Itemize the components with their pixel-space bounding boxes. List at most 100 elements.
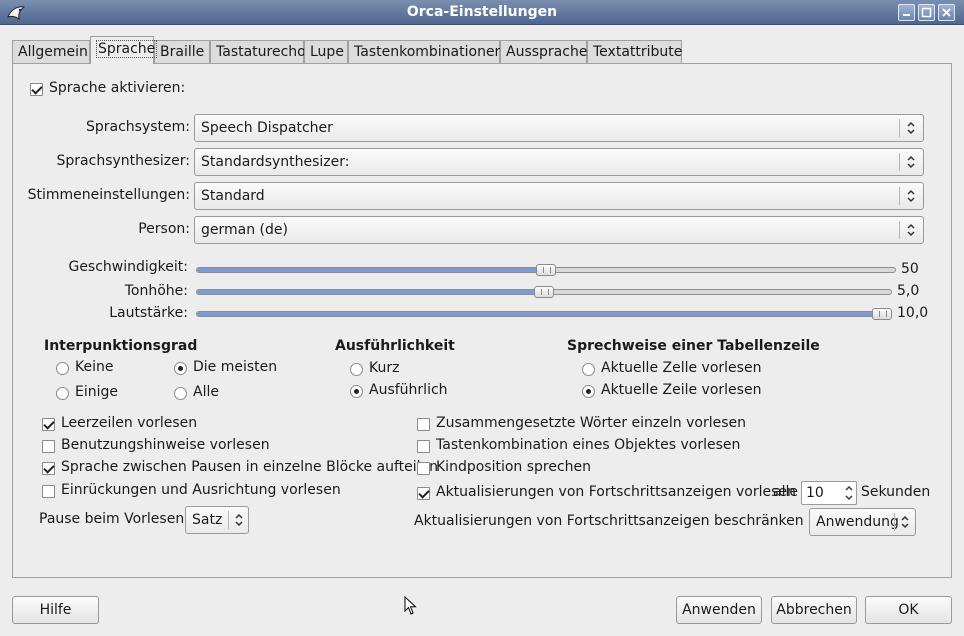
punctuation-none-radio[interactable]	[56, 362, 69, 375]
enable-speech-label: Sprache aktivieren:	[49, 80, 186, 96]
updown-arrow-icon	[235, 513, 243, 527]
punctuation-some-label: Einige	[75, 384, 118, 400]
mnemonics-checkbox[interactable]	[417, 440, 430, 453]
punctuation-most-label: Die meisten	[193, 359, 278, 375]
rate-value: 50	[901, 261, 919, 277]
blank-lines-label: Leerzeilen vorlesen	[61, 415, 198, 431]
window-title: Orca-Einstellungen	[406, 4, 558, 20]
table-row-heading: Sprechweise einer Tabellenzeile	[567, 338, 820, 354]
voice-settings-label: Stimmeneinstellungen:	[27, 187, 190, 203]
speech-synth-combo[interactable]: Standardsynthesizer:	[194, 148, 924, 176]
minimize-icon	[903, 14, 910, 16]
help-button[interactable]: Hilfe	[12, 596, 99, 624]
speech-synth-label: Sprachsynthesizer:	[56, 153, 190, 169]
indentation-checkbox[interactable]	[42, 485, 55, 498]
pause-combo[interactable]: Satz	[185, 506, 249, 534]
updown-arrow-icon	[907, 155, 915, 169]
child-position-checkbox[interactable]	[417, 462, 430, 475]
progress-restrict-value: Anwendung	[816, 514, 899, 530]
punctuation-heading: Interpunktionsgrad	[44, 338, 198, 354]
punctuation-most-radio[interactable]	[174, 362, 187, 375]
table-row-radio[interactable]	[582, 385, 595, 398]
progress-restrict-label: Aktualisierungen von Fortschrittsanzeige…	[414, 513, 835, 529]
tab-braille[interactable]: Braille	[154, 40, 210, 64]
mixed-case-checkbox[interactable]	[417, 418, 430, 431]
tab-textattribute[interactable]: Textattribute	[587, 40, 682, 64]
volume-slider-trough[interactable]	[196, 311, 892, 317]
tab-allgemein[interactable]: Allgemein	[12, 40, 90, 64]
verbosity-verbose-label: Ausführlich	[369, 382, 448, 398]
mixed-case-label: Zusammengesetzte Wörter einzeln vorlesen	[436, 415, 746, 431]
pitch-slider-thumb[interactable]	[534, 286, 554, 298]
tab-aussprache[interactable]: Aussprache	[500, 40, 587, 64]
progress-updates-label: Aktualisierungen von Fortschrittsanzeige…	[436, 484, 796, 500]
pitch-slider-fill	[197, 290, 544, 294]
apply-button[interactable]: Anwenden	[676, 596, 762, 624]
blank-lines-checkbox[interactable]	[42, 418, 55, 431]
volume-label: Lautstärke:	[109, 305, 188, 321]
progress-every-label: alle	[773, 484, 798, 500]
tab-tastaturecho[interactable]: Tastaturecho	[210, 40, 306, 64]
table-cell-radio[interactable]	[582, 363, 595, 376]
tab-sprache[interactable]: Sprache	[90, 36, 158, 64]
chunks-label: Sprache zwischen Pausen in einzelne Blöc…	[61, 459, 439, 475]
tab-lupe[interactable]: Lupe	[304, 40, 348, 64]
mouse-cursor-icon	[404, 596, 417, 615]
volume-slider-fill	[197, 312, 891, 316]
speech-system-combo[interactable]: Speech Dispatcher	[194, 114, 924, 142]
person-combo[interactable]: german (de)	[194, 216, 924, 244]
chunks-checkbox[interactable]	[42, 462, 55, 475]
punctuation-all-radio[interactable]	[174, 387, 187, 400]
punctuation-none-label: Keine	[75, 359, 114, 375]
updown-arrow-icon	[907, 189, 915, 203]
person-value: german (de)	[201, 222, 288, 238]
rate-slider-thumb[interactable]	[536, 264, 556, 276]
updown-arrow-icon	[901, 515, 909, 529]
maximize-button[interactable]	[918, 4, 935, 21]
verbosity-heading: Ausführlichkeit	[335, 338, 455, 354]
ok-button[interactable]: OK	[865, 596, 952, 624]
table-cell-label: Aktuelle Zelle vorlesen	[601, 360, 762, 376]
voice-settings-combo[interactable]: Standard	[194, 182, 924, 210]
enable-speech-checkbox[interactable]	[30, 83, 43, 96]
pause-label: Pause beim Vorlesen:	[39, 511, 189, 527]
speech-synth-value: Standardsynthesizer:	[201, 154, 350, 170]
rate-label: Geschwindigkeit:	[68, 259, 188, 275]
progress-interval-value: 10	[806, 485, 824, 501]
punctuation-all-label: Alle	[193, 384, 219, 400]
progress-unit-label: Sekunden	[861, 484, 931, 500]
punctuation-some-radio[interactable]	[56, 387, 69, 400]
progress-restrict-combo[interactable]: Anwendung	[809, 508, 916, 536]
spinner-arrows-icon[interactable]	[844, 484, 854, 502]
title-bar: Orca-Einstellungen	[0, 0, 964, 25]
mnemonics-label: Tastenkombination eines Objektes vorlese…	[436, 437, 741, 453]
person-label: Person:	[138, 221, 190, 237]
tutorial-label: Benutzungshinweise vorlesen	[61, 437, 270, 453]
pitch-value: 5,0	[897, 283, 920, 299]
indentation-label: Einrückungen und Ausrichtung vorlesen	[61, 482, 341, 498]
updown-arrow-icon	[907, 121, 915, 135]
verbosity-brief-label: Kurz	[369, 360, 400, 376]
verbosity-verbose-radio[interactable]	[350, 385, 363, 398]
tab-tastenkombinationen[interactable]: Tastenkombinationen	[348, 40, 503, 64]
pause-value: Satz	[192, 512, 223, 528]
close-icon	[942, 8, 951, 17]
cancel-button[interactable]: Abbrechen	[771, 596, 857, 624]
child-position-label: Kindposition sprechen	[436, 459, 592, 475]
progress-updates-checkbox[interactable]	[417, 487, 430, 500]
rate-slider-fill	[197, 268, 546, 272]
tutorial-checkbox[interactable]	[42, 440, 55, 453]
volume-value: 10,0	[897, 305, 929, 321]
pitch-label: Tonhöhe:	[124, 283, 188, 299]
progress-interval-spinner[interactable]: 10	[801, 481, 857, 505]
table-row-label: Aktuelle Zeile vorlesen	[601, 382, 762, 398]
voice-settings-value: Standard	[201, 188, 265, 204]
speech-system-label: Sprachsystem:	[85, 119, 190, 135]
close-window-button[interactable]	[938, 4, 955, 21]
minimize-button[interactable]	[898, 4, 915, 21]
updown-arrow-icon	[907, 223, 915, 237]
speech-system-value: Speech Dispatcher	[201, 120, 333, 136]
verbosity-brief-radio[interactable]	[350, 363, 363, 376]
volume-slider-thumb[interactable]	[872, 308, 892, 320]
maximize-icon	[921, 7, 932, 18]
